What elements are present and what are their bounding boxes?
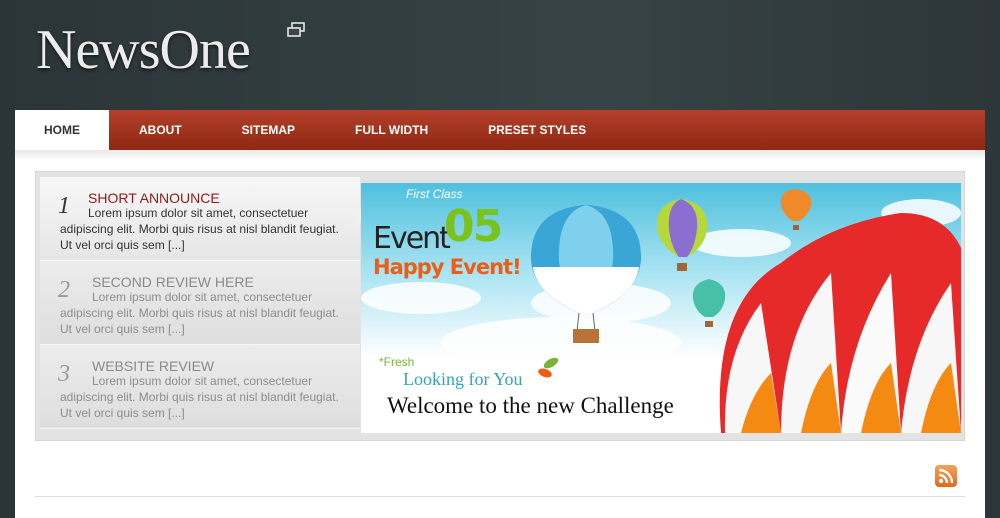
slider-item-1[interactable]: 1 SHORT ANNOUNCE Lorem ipsum dolor sit a… <box>40 177 360 261</box>
banner-event: Event <box>373 221 451 256</box>
banner-fresh: *Fresh <box>379 355 415 369</box>
slider-item-title[interactable]: SECOND REVIEW HERE <box>92 274 254 290</box>
slider-item-2[interactable]: 2 SECOND REVIEW HERE Lorem ipsum dolor s… <box>40 261 360 345</box>
content-divider <box>35 496 965 497</box>
slider-item-desc: Lorem ipsum dolor sit amet, consectetuer… <box>60 374 339 420</box>
banner-happy-event: Happy Event! <box>373 255 522 279</box>
nav-item-home[interactable]: HOME <box>15 110 109 150</box>
banner-first-class: First Class <box>406 187 463 201</box>
slider-item-desc: Lorem ipsum dolor sit amet, consectetuer… <box>60 290 339 336</box>
window-restore-icon <box>287 22 305 37</box>
nav-item-preset-styles[interactable]: PRESET STYLES <box>458 110 616 150</box>
nav-item-sitemap[interactable]: SITEMAP <box>212 110 325 150</box>
site-logo[interactable]: NewsOne <box>36 18 251 82</box>
slider-item-3[interactable]: 3 WEBSITE REVIEW Lorem ipsum dolor sit a… <box>40 345 360 429</box>
content-top-shadow <box>15 150 985 160</box>
main-nav: HOME ABOUT SITEMAP FULL WIDTH PRESET STY… <box>15 110 985 150</box>
banner-looking: Looking for You <box>403 369 523 389</box>
banner-event-number: 05 <box>444 201 503 252</box>
slider-item-desc: Lorem ipsum dolor sit amet, consectetuer… <box>60 206 339 252</box>
slider-item-title[interactable]: WEBSITE REVIEW <box>92 358 214 374</box>
nav-item-full-width[interactable]: FULL WIDTH <box>325 110 458 150</box>
rss-icon[interactable] <box>935 465 957 487</box>
slider-banner[interactable]: First Class Event 05 Happy Event! *Fresh… <box>361 183 961 433</box>
content-area: 1 SHORT ANNOUNCE Lorem ipsum dolor sit a… <box>15 150 985 518</box>
slider-list: 1 SHORT ANNOUNCE Lorem ipsum dolor sit a… <box>40 177 360 435</box>
nav-item-about[interactable]: ABOUT <box>109 110 212 150</box>
featured-slider: 1 SHORT ANNOUNCE Lorem ipsum dolor sit a… <box>35 171 965 441</box>
slider-item-title[interactable]: SHORT ANNOUNCE <box>88 190 220 206</box>
banner-welcome: Welcome to the new Challenge <box>387 393 674 418</box>
